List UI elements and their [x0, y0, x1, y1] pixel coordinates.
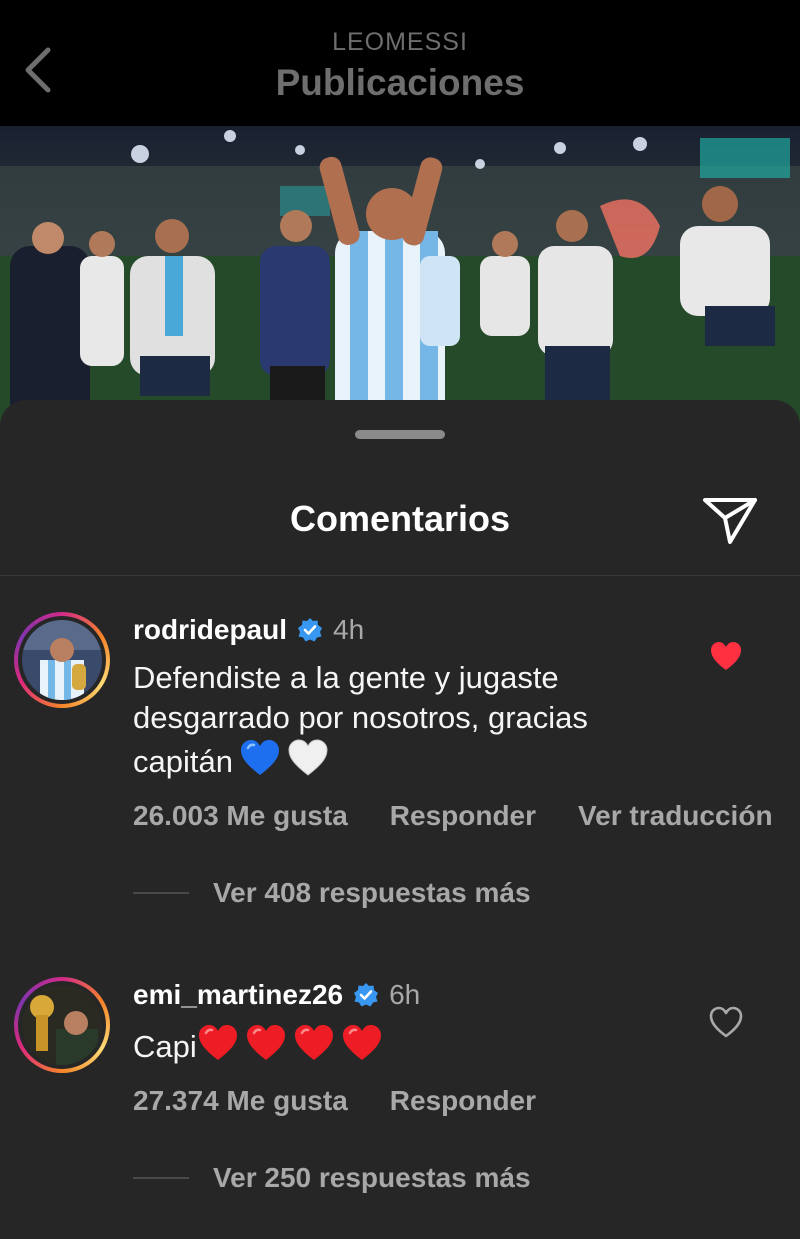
- drag-handle[interactable]: [355, 430, 445, 439]
- red-heart-icon: [245, 1023, 287, 1063]
- reply-button[interactable]: Responder: [390, 800, 536, 831]
- sheet-title: Comentarios: [289, 498, 511, 539]
- comment-like-button[interactable]: [706, 1002, 746, 1042]
- avatar-photo: [22, 620, 102, 700]
- avatar[interactable]: [14, 977, 110, 1073]
- view-replies-label: Ver 250 respuestas más: [213, 1162, 531, 1193]
- comment-username[interactable]: emi_martinez26: [133, 979, 343, 1011]
- white-heart-icon: [287, 738, 329, 778]
- red-heart-icon: [197, 1023, 239, 1063]
- comment-text: Defendiste a la gente y jugaste desgarra…: [133, 660, 588, 779]
- heart-outline-icon: [709, 1006, 743, 1038]
- comment-like-button[interactable]: [706, 636, 746, 676]
- comment-text-block: Defendiste a la gente y jugaste desgarra…: [133, 658, 673, 782]
- avatar[interactable]: [14, 612, 110, 708]
- likes-count[interactable]: 26.003 Me gusta: [133, 800, 348, 831]
- blue-heart-icon: [239, 738, 281, 778]
- translate-button[interactable]: Ver traducción: [578, 800, 773, 831]
- red-heart-icon: [293, 1023, 335, 1063]
- comment-time: 4h: [333, 614, 365, 645]
- view-replies-button[interactable]: Ver 250 respuestas más: [133, 1158, 733, 1198]
- divider: [0, 575, 800, 576]
- post-photo: [0, 126, 800, 426]
- heart-filled-icon: [711, 642, 741, 670]
- replies-divider-line: [133, 1177, 189, 1179]
- comment-username[interactable]: rodridepaul: [133, 614, 287, 646]
- paper-plane-icon: [703, 498, 757, 544]
- share-button[interactable]: [700, 492, 760, 548]
- comment-actions: 27.374 Me gusta Responder: [133, 1085, 536, 1117]
- avatar-photo: [22, 985, 102, 1065]
- page-title: Publicaciones: [275, 62, 525, 103]
- view-replies-button[interactable]: Ver 408 respuestas más: [133, 873, 733, 913]
- top-bar: LEOMESSI Publicaciones: [0, 0, 800, 126]
- comment-text: Capi: [133, 1029, 197, 1064]
- comment-text-block: Capi: [133, 1023, 673, 1067]
- replies-divider-line: [133, 892, 189, 894]
- comment-actions: 26.003 Me gusta Responder Ver traducción: [133, 800, 773, 832]
- reply-button[interactable]: Responder: [390, 1085, 536, 1116]
- likes-count[interactable]: 27.374 Me gusta: [133, 1085, 348, 1116]
- verified-badge-icon: [297, 617, 323, 643]
- account-name: LEOMESSI: [332, 28, 468, 56]
- view-replies-label: Ver 408 respuestas más: [213, 877, 531, 908]
- red-heart-icon: [341, 1023, 383, 1063]
- comment-time: 6h: [389, 979, 421, 1010]
- verified-badge-icon: [353, 982, 379, 1008]
- comments-sheet: Comentarios rodridepaul 4h Defendiste a …: [0, 400, 800, 1239]
